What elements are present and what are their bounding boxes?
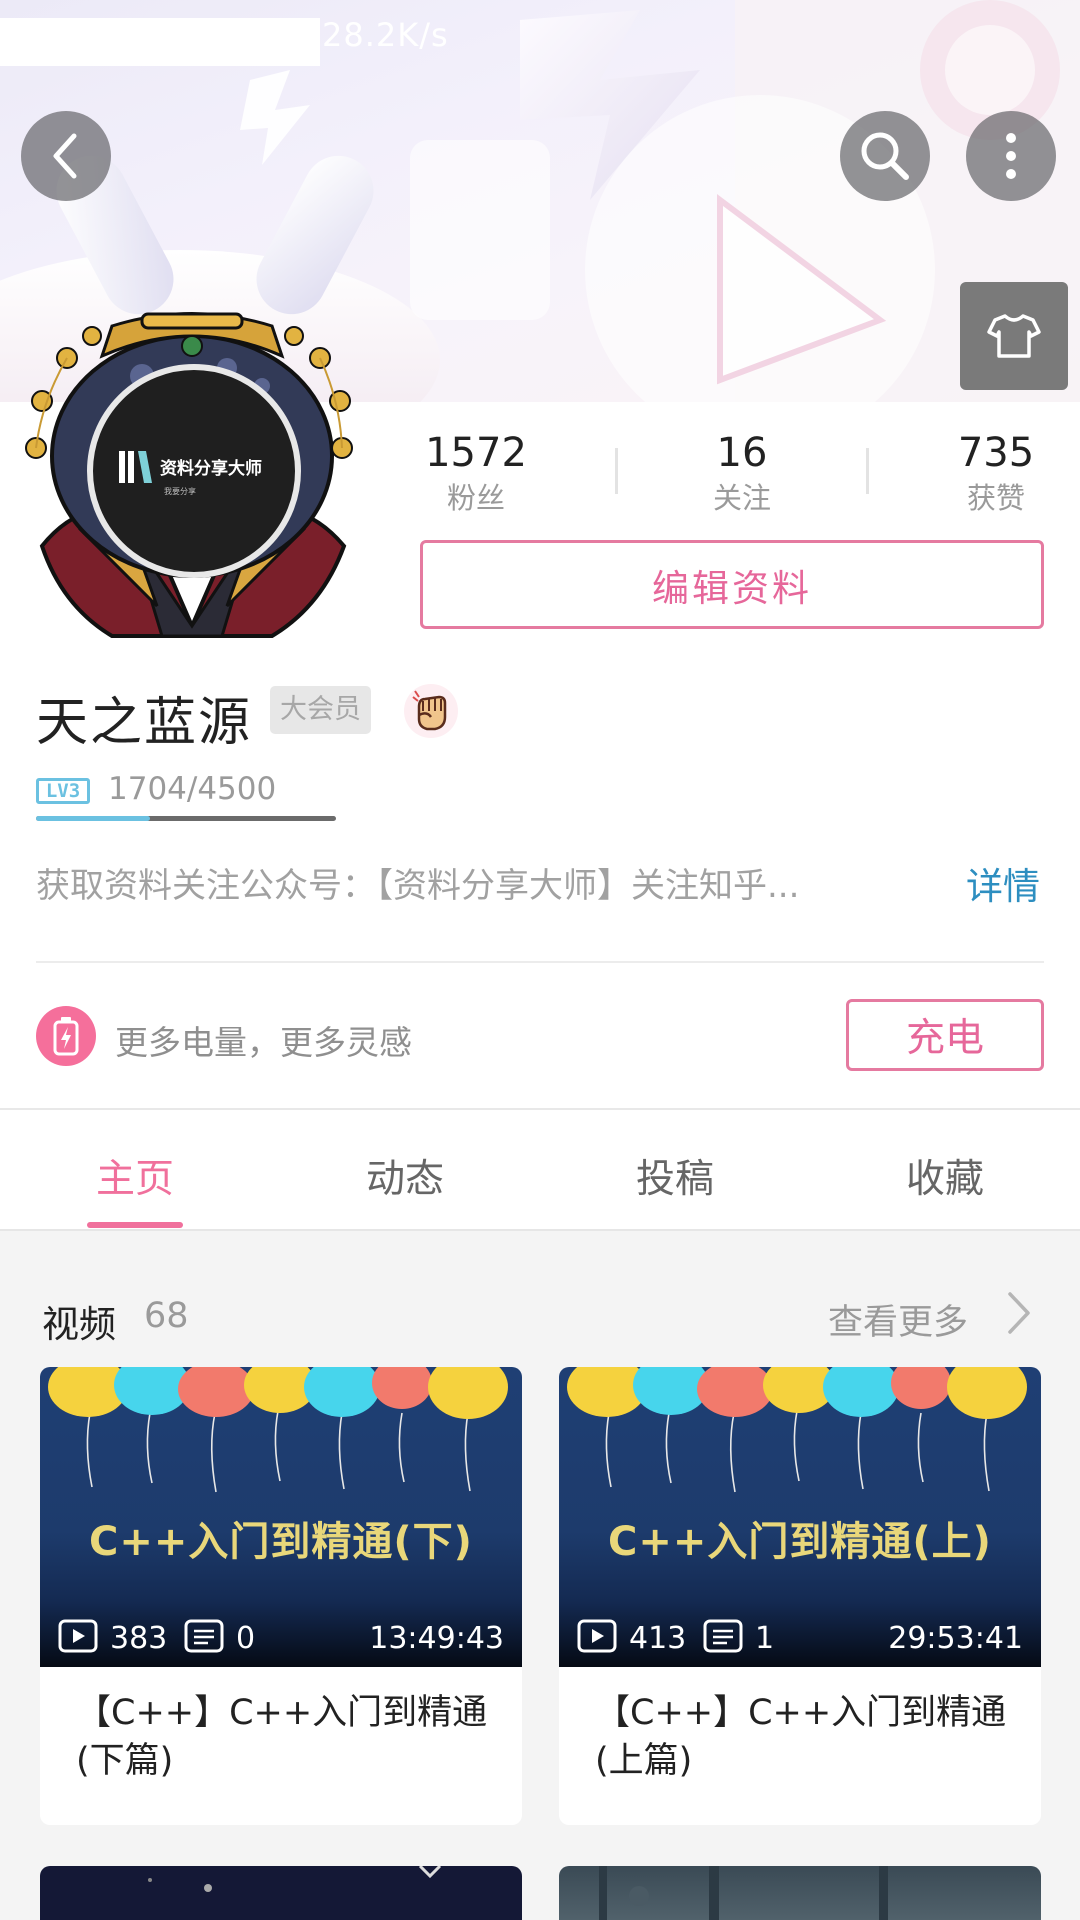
tab-active-indicator [87,1222,183,1228]
battery-icon [53,1017,79,1056]
fist-icon [412,690,447,731]
view-more-link[interactable]: 查看更多 [828,1294,968,1345]
divider [0,1108,1080,1110]
vip-badge[interactable]: 大会员 [270,686,371,734]
more-vertical-icon [1006,133,1016,179]
danmaku-count: 0 [236,1621,256,1656]
video-card[interactable]: C++入门到精通(上) 413 1 29:53:41 【C++】C++入门到精通… [559,1367,1041,1825]
stat-following[interactable]: 16 关注 [652,428,832,518]
video-duration: 29:53:41 [888,1621,1023,1656]
stat-fans-value: 1572 [425,430,527,476]
video-title: 【C++】C++入门到精通(上篇) [595,1693,1007,1781]
edit-profile-button[interactable]: 编辑资料 [420,540,1044,629]
video-card[interactable] [40,1866,522,1920]
video-thumbnail: C++入门到精通(上) 413 1 29:53:41 [559,1367,1041,1667]
search-icon [861,132,909,180]
divider [36,961,1044,963]
medal-fist-icon[interactable] [404,684,458,738]
tab-home[interactable]: 主页 [55,1148,215,1204]
charge-prompt: 更多电量，更多灵感 [115,1023,412,1062]
balloons-decoration [48,1367,508,1493]
video-duration: 13:49:43 [369,1621,504,1656]
video-meta: 383 0 13:49:43 [40,1607,522,1667]
level-tag: LV3 [36,778,90,804]
video-thumbnail [148,1866,442,1892]
balloons-decoration [567,1367,1027,1493]
avatar[interactable]: 资料分享大师 我要分享 [22,306,362,646]
videos-section-title: 视频 [42,1303,116,1346]
charge-battery-icon [36,1006,96,1066]
tab-dynamics[interactable]: 动态 [325,1148,485,1204]
search-button[interactable] [840,111,930,201]
level-progress-fill [36,816,150,821]
thumbnail-title: C++入门到精通(下) [89,1519,473,1565]
level-progress-bar [36,816,336,821]
more-menu-button[interactable] [966,111,1056,201]
chevron-left-icon [53,133,77,179]
stat-likes-value: 735 [957,430,1035,476]
video-card[interactable]: C++入门到精通(下) 383 0 13:49:43 【C++】C++入门到精通… [40,1367,522,1825]
videos-count: 68 [144,1296,189,1336]
stat-divider [615,448,618,494]
video-thumbnail: C++入门到精通(下) 383 0 13:49:43 [40,1367,522,1667]
video-title: 【C++】C++入门到精通(下篇) [76,1693,488,1781]
danmaku-count-icon [184,1619,224,1653]
thumbnail-title: C++入门到精通(上) [608,1519,992,1565]
stat-following-label: 关注 [712,481,771,515]
avatar-logo-text: 资料分享大师 [160,458,262,479]
signature-detail-link[interactable]: 详情 [966,856,1040,910]
tab-submissions[interactable]: 投稿 [595,1148,755,1204]
level-progress-text: 1704/4500 [108,771,277,807]
stat-fans-label: 粉丝 [446,481,505,515]
video-thumbnail [599,1866,888,1920]
tshirt-icon [987,314,1041,358]
danmaku-count: 1 [755,1621,775,1656]
back-button[interactable] [21,111,111,201]
user-signature: 获取资料关注公众号：【资料分享大师】关注知乎... [36,866,800,906]
avatar-image: 资料分享大师 我要分享 [25,312,353,638]
play-count-icon [58,1619,98,1653]
play-count-icon [577,1619,617,1653]
user-name: 天之蓝源 [36,693,253,753]
stat-following-value: 16 [716,430,768,476]
tab-favorites[interactable]: 收藏 [865,1148,1025,1204]
play-count: 383 [110,1621,168,1656]
play-count: 413 [629,1621,687,1656]
charge-button[interactable]: 充电 [846,999,1044,1071]
dress-up-button[interactable] [960,282,1068,390]
status-bar-mask [0,18,320,66]
stat-divider [866,448,869,494]
video-card[interactable] [559,1866,1041,1920]
stat-likes[interactable]: 735 获赞 [906,428,1080,518]
danmaku-count-icon [703,1619,743,1653]
avatar-logo-subtext: 我要分享 [164,486,196,496]
network-speed: 28.2K/s [322,16,449,54]
chevron-right-icon[interactable] [1004,1290,1034,1336]
video-meta: 413 1 29:53:41 [559,1607,1041,1667]
stat-fans[interactable]: 1572 粉丝 [386,428,566,518]
stat-likes-label: 获赞 [966,481,1025,515]
